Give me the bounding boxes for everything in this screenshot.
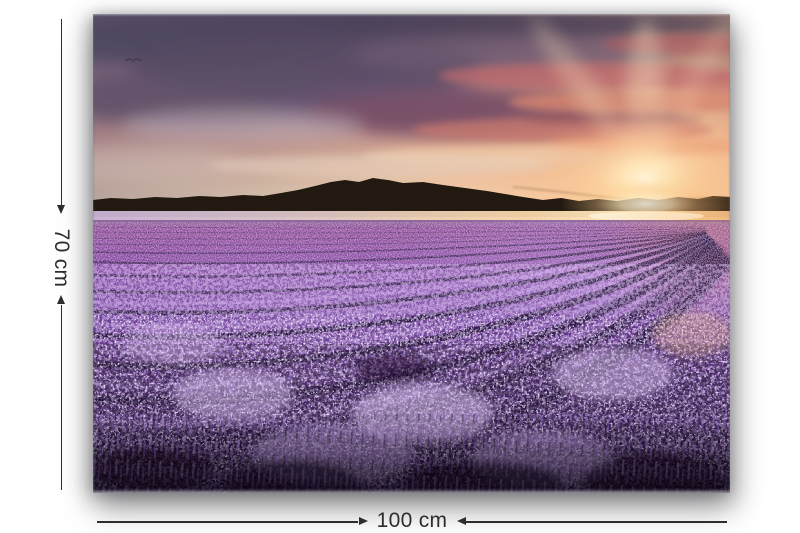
width-dimension-line-right: [466, 521, 727, 523]
arrow-down-icon: [57, 205, 65, 214]
field-texture: [93, 222, 730, 493]
arrow-up-icon: [57, 295, 65, 304]
width-label: 100 cm: [367, 509, 457, 533]
height-label: 70 cm: [50, 218, 72, 298]
height-dimension-line-bottom: [61, 305, 63, 490]
canvas-print: [93, 14, 730, 493]
width-dimension-line-left: [97, 521, 358, 523]
canvas-product-figure: 70 cm 100 cm: [0, 0, 800, 533]
height-dimension-line-top: [61, 19, 63, 205]
canvas-photo-svg: [93, 14, 730, 493]
arrow-left-icon: [457, 517, 466, 525]
